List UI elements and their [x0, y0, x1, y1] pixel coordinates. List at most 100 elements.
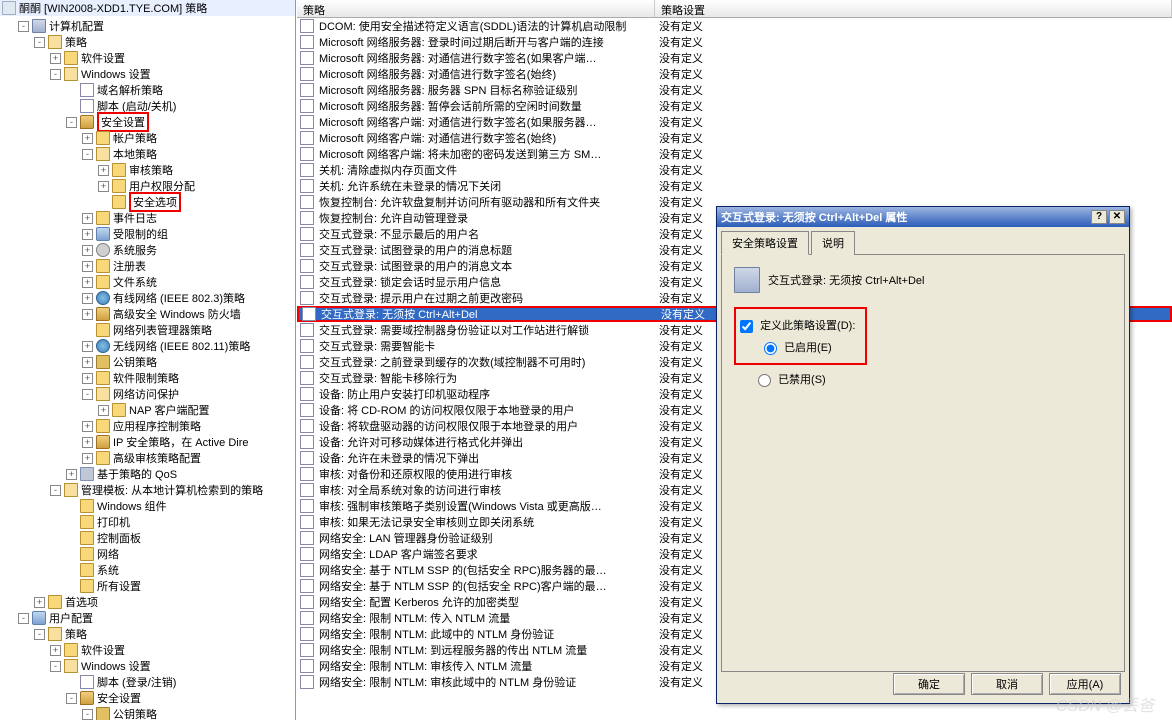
tree-node[interactable]: +应用程序控制策略 — [0, 418, 295, 434]
expand-icon[interactable]: - — [50, 485, 61, 496]
policy-row[interactable]: Microsoft 网络服务器: 对通信进行数字签名(如果客户端…没有定义 — [297, 50, 1172, 66]
tree-node[interactable]: +高级安全 Windows 防火墙 — [0, 306, 295, 322]
policy-row[interactable]: DCOM: 使用安全描述符定义语言(SDDL)语法的计算机启动限制没有定义 — [297, 18, 1172, 34]
expand-icon[interactable]: - — [82, 709, 93, 720]
expand-icon[interactable]: + — [50, 53, 61, 64]
tree-node[interactable]: -Windows 设置 — [0, 658, 295, 674]
policy-row[interactable]: Microsoft 网络客户端: 将未加密的密码发送到第三方 SM…没有定义 — [297, 146, 1172, 162]
tree-node[interactable]: +公钥策略 — [0, 354, 295, 370]
tree-node[interactable]: 打印机 — [0, 514, 295, 530]
tree-node[interactable]: +软件设置 — [0, 50, 295, 66]
tab-explain[interactable]: 说明 — [811, 231, 855, 255]
define-checkbox[interactable] — [740, 320, 753, 333]
policy-row[interactable]: Microsoft 网络客户端: 对通信进行数字签名(如果服务器…没有定义 — [297, 114, 1172, 130]
expand-icon[interactable]: - — [50, 69, 61, 80]
tree-node[interactable]: +高级审核策略配置 — [0, 450, 295, 466]
tree-node[interactable]: -本地策略 — [0, 146, 295, 162]
policy-row[interactable]: Microsoft 网络服务器: 服务器 SPN 目标名称验证级别没有定义 — [297, 82, 1172, 98]
expand-icon[interactable]: - — [66, 693, 77, 704]
expand-icon[interactable] — [66, 549, 77, 560]
expand-icon[interactable]: + — [98, 165, 109, 176]
expand-icon[interactable]: + — [82, 229, 93, 240]
tree-node[interactable]: 脚本 (登录/注销) — [0, 674, 295, 690]
expand-icon[interactable]: + — [34, 597, 45, 608]
col-policy-header[interactable]: 策略 — [297, 0, 655, 17]
ok-button[interactable]: 确定 — [893, 673, 965, 695]
expand-icon[interactable] — [66, 533, 77, 544]
expand-icon[interactable]: + — [82, 309, 93, 320]
tree-node[interactable]: +受限制的组 — [0, 226, 295, 242]
expand-icon[interactable] — [66, 581, 77, 592]
expand-icon[interactable]: + — [82, 437, 93, 448]
expand-icon[interactable]: - — [34, 629, 45, 640]
expand-icon[interactable]: - — [82, 389, 93, 400]
tree-node[interactable]: +有线网络 (IEEE 802.3)策略 — [0, 290, 295, 306]
expand-icon[interactable]: + — [82, 261, 93, 272]
expand-icon[interactable]: + — [82, 453, 93, 464]
expand-icon[interactable] — [66, 517, 77, 528]
expand-icon[interactable] — [82, 325, 93, 336]
expand-icon[interactable]: + — [66, 469, 77, 480]
expand-icon[interactable]: - — [82, 149, 93, 160]
tree-panel[interactable]: 酮酮 [WIN2008-XDD1.TYE.COM] 策略 -计算机配置-策略+软… — [0, 0, 296, 720]
tree-node[interactable]: +首选项 — [0, 594, 295, 610]
help-button[interactable]: ? — [1091, 210, 1107, 224]
tree-node[interactable]: +注册表 — [0, 258, 295, 274]
policy-row[interactable]: 关机: 清除虚拟内存页面文件没有定义 — [297, 162, 1172, 178]
expand-icon[interactable]: + — [50, 645, 61, 656]
tree-node[interactable]: -策略 — [0, 34, 295, 50]
tree-node[interactable]: +NAP 客户端配置 — [0, 402, 295, 418]
expand-icon[interactable]: + — [82, 421, 93, 432]
expand-icon[interactable]: - — [18, 613, 29, 624]
tree-node[interactable]: -网络访问保护 — [0, 386, 295, 402]
col-setting-header[interactable]: 策略设置 — [655, 0, 1172, 17]
tree-node[interactable]: +文件系统 — [0, 274, 295, 290]
expand-icon[interactable]: + — [82, 277, 93, 288]
tree-node[interactable]: -计算机配置 — [0, 18, 295, 34]
expand-icon[interactable]: + — [82, 293, 93, 304]
tree-node[interactable]: -策略 — [0, 626, 295, 642]
tree-node[interactable]: -管理模板: 从本地计算机检索到的策略 — [0, 482, 295, 498]
expand-icon[interactable] — [98, 197, 109, 208]
tree-node[interactable]: +基于策略的 QoS — [0, 466, 295, 482]
expand-icon[interactable]: + — [98, 181, 109, 192]
cancel-button[interactable]: 取消 — [971, 673, 1043, 695]
expand-icon[interactable]: + — [82, 373, 93, 384]
tree-node[interactable]: -用户配置 — [0, 610, 295, 626]
expand-icon[interactable] — [66, 677, 77, 688]
policy-row[interactable]: 关机: 允许系统在未登录的情况下关闭没有定义 — [297, 178, 1172, 194]
tree-node[interactable]: Windows 组件 — [0, 498, 295, 514]
expand-icon[interactable]: - — [34, 37, 45, 48]
policy-row[interactable]: Microsoft 网络客户端: 对通信进行数字签名(始终)没有定义 — [297, 130, 1172, 146]
close-button[interactable]: ✕ — [1109, 210, 1125, 224]
expand-icon[interactable]: + — [82, 357, 93, 368]
tree-node[interactable]: +IP 安全策略，在 Active Dire — [0, 434, 295, 450]
tree-root[interactable]: 酮酮 [WIN2008-XDD1.TYE.COM] 策略 — [0, 0, 295, 16]
expand-icon[interactable]: + — [98, 405, 109, 416]
tree-node[interactable]: 系统 — [0, 562, 295, 578]
policy-row[interactable]: Microsoft 网络服务器: 对通信进行数字签名(始终)没有定义 — [297, 66, 1172, 82]
tree-node[interactable]: 网络列表管理器策略 — [0, 322, 295, 338]
tree-node[interactable]: +软件设置 — [0, 642, 295, 658]
policy-row[interactable]: Microsoft 网络服务器: 暂停会话前所需的空闲时间数量没有定义 — [297, 98, 1172, 114]
tree-node[interactable]: +系统服务 — [0, 242, 295, 258]
expand-icon[interactable]: + — [82, 213, 93, 224]
expand-icon[interactable]: + — [82, 341, 93, 352]
expand-icon[interactable] — [66, 565, 77, 576]
radio-disabled[interactable] — [758, 374, 771, 387]
expand-icon[interactable] — [66, 501, 77, 512]
tree-node[interactable]: -安全设置 — [0, 114, 295, 130]
expand-icon[interactable]: - — [66, 117, 77, 128]
tree-node[interactable]: -公钥策略 — [0, 706, 295, 720]
tree-node[interactable]: 控制面板 — [0, 530, 295, 546]
tree-node[interactable]: +软件限制策略 — [0, 370, 295, 386]
tree-node[interactable]: +无线网络 (IEEE 802.11)策略 — [0, 338, 295, 354]
expand-icon[interactable] — [66, 85, 77, 96]
dialog-titlebar[interactable]: 交互式登录: 无须按 Ctrl+Alt+Del 属性 ? ✕ — [717, 207, 1129, 227]
expand-icon[interactable]: - — [18, 21, 29, 32]
expand-icon[interactable]: + — [82, 133, 93, 144]
tree-node[interactable]: +审核策略 — [0, 162, 295, 178]
tree-node[interactable]: 所有设置 — [0, 578, 295, 594]
tab-security-settings[interactable]: 安全策略设置 — [721, 231, 809, 255]
tree-node[interactable]: 域名解析策略 — [0, 82, 295, 98]
